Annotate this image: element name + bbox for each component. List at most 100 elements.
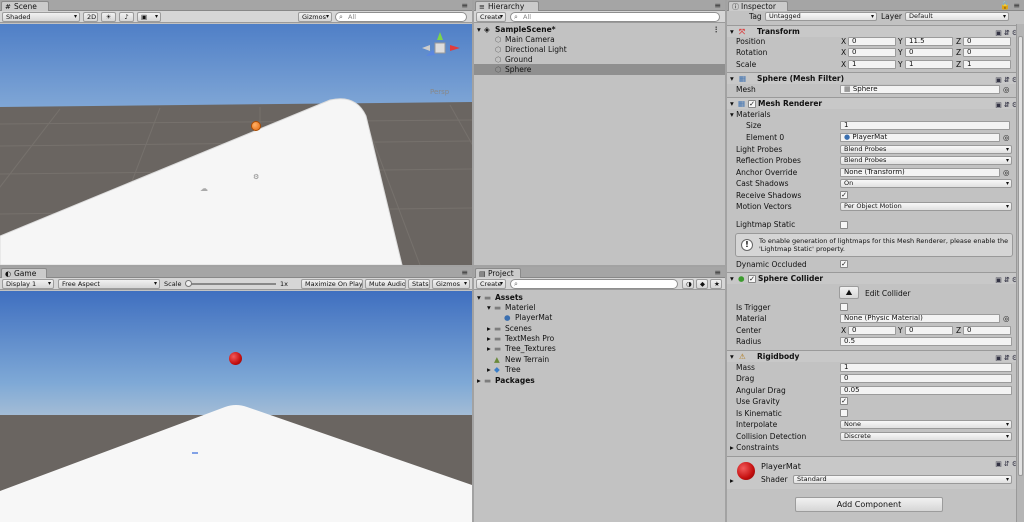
project-create-button[interactable]: Create [476,279,506,289]
project-packages-row[interactable]: ▸ ▬ Packages [474,375,725,386]
scale-y-field[interactable]: 1 [905,60,953,69]
scene-panel-menu-icon[interactable]: ≡ [461,1,468,10]
cast-shadows-dropdown[interactable]: On [840,179,1012,188]
project-search-input[interactable]: ⌕ [510,279,678,289]
angular-drag-field[interactable]: 0.05 [840,386,1012,395]
orientation-gizmo[interactable]: Persp [420,28,464,96]
mesh-object-field[interactable]: ▦ Sphere [840,85,1000,94]
transform-header[interactable]: ▾ ⤧ Transform ▣⇵⚙ [727,25,1024,37]
mesh-filter-header[interactable]: ▾ ▦ Sphere (Mesh Filter) ▣⇵⚙ [727,72,1024,84]
object-picker-icon[interactable]: ◎ [1003,167,1010,178]
drag-field[interactable]: 0 [840,374,1012,383]
scene-search-input[interactable]: ⌕ All [335,12,467,22]
tag-dropdown[interactable]: Untagged [765,12,877,21]
inspector-panel-menu-icon[interactable]: ≡ [1013,1,1020,10]
mass-field[interactable]: 1 [840,363,1012,372]
project-panel-menu-icon[interactable]: ≡ [714,268,721,277]
is-kinematic-checkbox[interactable] [840,409,848,417]
effects-dropdown-icon[interactable]: ▣ [137,12,161,22]
light-probes-dropdown[interactable]: Blend Probes [840,145,1012,154]
persp-label[interactable]: Persp [430,88,449,96]
scene-viewport[interactable]: ☁ ⚙ Persp [0,24,472,265]
layer-dropdown[interactable]: Default [905,12,1009,21]
camera-gizmo-icon[interactable]: ⚙ [253,173,259,181]
lighting-toggle-icon[interactable]: ☀ [101,12,116,22]
sphere-collider-enabled-checkbox[interactable]: ✓ [748,275,756,283]
scale-slider-thumb[interactable] [185,280,192,287]
hierarchy-item-sphere[interactable]: ⬡ Sphere [474,64,725,75]
favorites-icon[interactable]: ★ [710,279,722,289]
inspector-scrollbar[interactable] [1016,24,1024,522]
center-y-field[interactable]: 0 [905,326,953,335]
materials-foldout[interactable]: ▾ Materials [730,109,771,120]
project-item[interactable]: ▸ ◆ Tree [474,364,725,375]
material-section[interactable]: ▸ PlayerMat Shader Standard ▣⇵⚙ [727,457,1024,489]
foldout-arrow-icon[interactable]: ▾ [730,351,734,363]
mesh-renderer-enabled-checkbox[interactable]: ✓ [748,100,756,108]
lock-icon[interactable]: 🔒 [1000,1,1010,10]
center-x-field[interactable]: 0 [848,326,896,335]
search-by-label-icon[interactable]: ◆ [696,279,708,289]
radius-field[interactable]: 0.5 [840,337,1012,346]
project-tab[interactable]: ▤ Project [475,268,521,278]
hierarchy-search-input[interactable]: ⌕ All [510,12,720,22]
anchor-override-field[interactable]: None (Transform) [840,168,1000,177]
hierarchy-create-button[interactable]: Create [476,12,506,22]
toggle-2d-button[interactable]: 2D [83,12,98,22]
use-gravity-checkbox[interactable]: ✓ [840,397,848,405]
inspector-scrollbar-thumb[interactable] [1018,36,1023,476]
motion-vectors-dropdown[interactable]: Per Object Motion [840,202,1012,211]
sphere-gizmo[interactable] [251,121,261,131]
rotation-z-field[interactable]: 0 [963,48,1011,57]
foldout-arrow-icon[interactable]: ▾ [730,26,734,38]
aspect-dropdown[interactable]: Free Aspect [58,279,160,289]
center-z-field[interactable]: 0 [963,326,1011,335]
interpolate-dropdown[interactable]: None [840,420,1012,429]
light-gizmo-icon[interactable]: ☁ [200,184,208,193]
dynamic-occluded-checkbox[interactable]: ✓ [840,260,848,268]
expand-arrow-icon[interactable]: ▸ [477,375,481,386]
mesh-renderer-header[interactable]: ▾ ▦ ✓ Mesh Renderer ▣⇵⚙ [727,97,1024,109]
add-component-button[interactable]: Add Component [795,497,943,512]
display-dropdown[interactable]: Display 1 [2,279,54,289]
sphere-collider-header[interactable]: ▾ ● ✓ Sphere Collider ▣⇵⚙ [727,272,1024,284]
is-trigger-checkbox[interactable] [840,303,848,311]
materials-size-field[interactable]: 1 [840,121,1010,130]
object-picker-icon[interactable]: ◎ [1003,132,1010,143]
scale-x-field[interactable]: 1 [848,60,896,69]
position-x-field[interactable]: 0 [848,37,896,46]
rigidbody-header[interactable]: ▾ ⚠ Rigidbody ▣⇵⚙ [727,350,1024,362]
edit-collider-button[interactable]: ⛰ [839,286,859,299]
lightmap-static-checkbox[interactable] [840,221,848,229]
hierarchy-tab[interactable]: ≡ Hierarchy [475,1,539,11]
game-viewport[interactable] [0,291,472,522]
position-y-field[interactable]: 11.5 [905,37,953,46]
object-picker-icon[interactable]: ◎ [1003,84,1010,95]
scale-z-field[interactable]: 1 [963,60,1011,69]
foldout-arrow-icon[interactable]: ▾ [730,273,734,285]
game-tab[interactable]: ◐ Game [1,268,47,278]
scene-tab[interactable]: # Scene [1,1,49,11]
shading-mode-dropdown[interactable]: Shaded [2,12,80,22]
constraints-foldout[interactable]: ▸ Constraints [730,442,779,453]
hierarchy-panel-menu-icon[interactable]: ≡ [714,1,721,10]
stats-toggle[interactable]: Stats [408,279,430,289]
position-z-field[interactable]: 0 [963,37,1011,46]
collision-detection-dropdown[interactable]: Discrete [840,432,1012,441]
inspector-tab[interactable]: ⓘ Inspector [728,1,788,11]
element0-object-field[interactable]: ● PlayerMat [840,133,1000,142]
receive-shadows-checkbox[interactable]: ✓ [840,191,848,199]
rotation-y-field[interactable]: 0 [905,48,953,57]
collider-material-field[interactable]: None (Physic Material) [840,314,1000,323]
search-by-type-icon[interactable]: ◑ [682,279,694,289]
rotation-x-field[interactable]: 0 [848,48,896,57]
foldout-arrow-icon[interactable]: ▾ [730,73,734,85]
shader-dropdown[interactable]: Standard [793,475,1012,484]
game-panel-menu-icon[interactable]: ≡ [461,268,468,277]
object-picker-icon[interactable]: ◎ [1003,313,1010,324]
scene-gizmos-dropdown[interactable]: Gizmos [298,12,332,22]
mute-audio-toggle[interactable]: Mute Audio [365,279,406,289]
game-gizmos-dropdown[interactable]: Gizmos [432,279,470,289]
maximize-on-play-toggle[interactable]: Maximize On Play [301,279,363,289]
scale-slider[interactable] [186,283,276,285]
